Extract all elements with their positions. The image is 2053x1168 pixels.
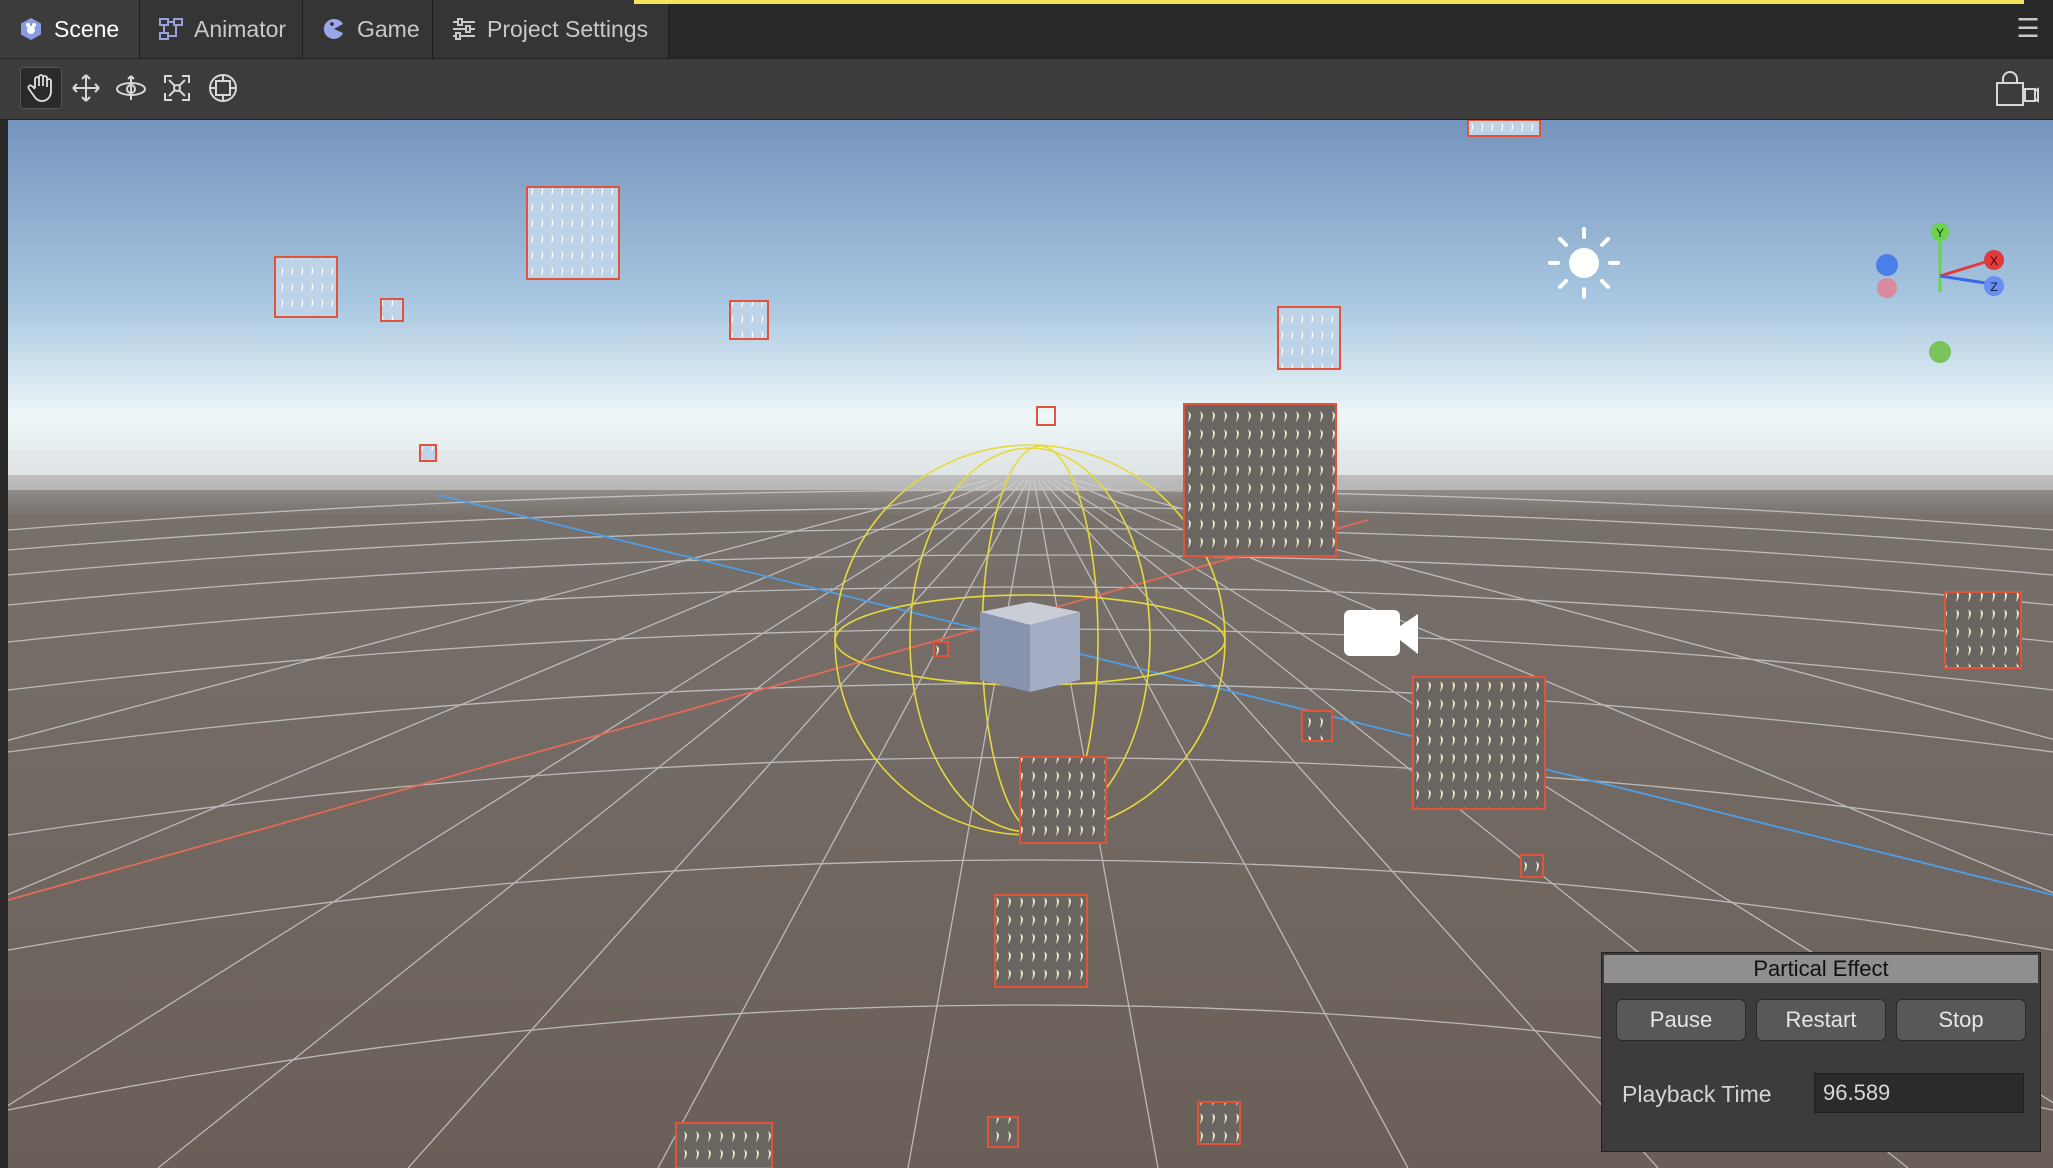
play-mode-highlight-bar	[634, 0, 2024, 4]
playback-time-label: Playback Time	[1622, 1081, 1772, 1107]
playback-time-field[interactable]: 96.589	[1814, 1073, 2024, 1113]
svg-text:X: X	[1990, 254, 1998, 268]
tab-project-settings-label: Project Settings	[487, 15, 649, 42]
move-tool-icon[interactable]	[65, 67, 107, 109]
tab-animator[interactable]: Animator	[140, 0, 303, 58]
animator-icon	[158, 16, 184, 42]
tab-game[interactable]: Game	[303, 0, 433, 58]
tab-scene[interactable]: Scene	[0, 0, 140, 58]
scale-tool-icon[interactable]	[156, 67, 198, 109]
sliders-icon	[451, 16, 477, 42]
cube-object	[980, 602, 1080, 692]
restart-button[interactable]: Restart	[1756, 999, 1886, 1041]
tab-game-label: Game	[357, 15, 420, 42]
tab-scene-label: Scene	[54, 15, 120, 42]
scene-view-options-icon[interactable]	[1995, 69, 2039, 109]
svg-text:Y: Y	[1936, 226, 1944, 240]
svg-text:Z: Z	[1990, 280, 1997, 294]
pause-button[interactable]: Pause	[1616, 999, 1746, 1041]
hamburger-menu-icon[interactable]: ☰	[2015, 14, 2041, 42]
panel-title: Partical Effect	[1604, 955, 2038, 983]
rotate-tool-icon[interactable]	[110, 67, 152, 109]
hand-tool-icon[interactable]	[20, 67, 62, 109]
scene-viewport[interactable]: Y X Z Partical Effect Pause Restart Stop…	[8, 120, 2053, 1168]
tab-project-settings[interactable]: Project Settings	[433, 0, 669, 58]
game-icon	[321, 16, 347, 42]
scene-toolbar	[0, 58, 2053, 120]
scene-icon	[18, 16, 44, 42]
particle-effect-panel: Partical Effect Pause Restart Stop Playb…	[1601, 952, 2041, 1152]
tab-animator-label: Animator	[194, 15, 287, 42]
tab-bar: Scene Animator Game Project Settings ☰	[0, 0, 2053, 58]
stop-button[interactable]: Stop	[1896, 999, 2026, 1041]
rect-tool-icon[interactable]	[202, 67, 244, 109]
